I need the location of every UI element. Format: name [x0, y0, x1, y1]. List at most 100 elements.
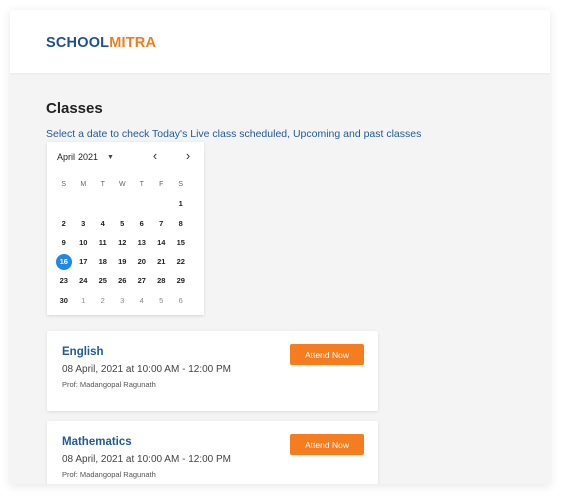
calendar-day[interactable]: 18: [93, 252, 113, 271]
page-subtitle: Select a date to check Today's Live clas…: [46, 128, 422, 140]
calendar-day[interactable]: 13: [132, 233, 152, 252]
calendar-day[interactable]: 12: [113, 233, 133, 252]
calendar-day[interactable]: 11: [93, 233, 113, 252]
calendar-day-number: 20: [137, 257, 146, 267]
calendar-day[interactable]: 6: [132, 214, 152, 233]
attend-now-button[interactable]: Attend Now: [290, 344, 364, 365]
calendar-day[interactable]: 23: [54, 271, 74, 290]
chevron-left-icon[interactable]: ‹: [147, 148, 163, 164]
weekday-header: W: [118, 181, 126, 188]
caret-down-icon: ▼: [107, 153, 114, 161]
class-subject: Mathematics: [62, 436, 132, 448]
class-time: 08 April, 2021 at 10:00 AM - 12:00 PM: [62, 364, 231, 375]
calendar-day-number: 30: [59, 295, 68, 305]
class-time: 08 April, 2021 at 10:00 AM - 12:00 PM: [62, 454, 231, 465]
weekday-header: T: [139, 181, 144, 188]
class-professor: Prof: Madangopal Ragunath: [62, 380, 156, 389]
calendar-day[interactable]: 15: [171, 233, 191, 252]
calendar-day[interactable]: 19: [113, 252, 133, 271]
calendar-day-number: 15: [176, 237, 185, 247]
calendar-day-selected[interactable]: 16: [54, 252, 74, 271]
calendar-day[interactable]: 5: [152, 291, 172, 310]
calendar-day-number: 3: [81, 218, 86, 228]
calendar-day[interactable]: 2: [93, 291, 113, 310]
calendar-day-number: 18: [98, 257, 107, 267]
calendar-day[interactable]: 9: [54, 233, 74, 252]
calendar-day[interactable]: 4: [93, 214, 113, 233]
empty-day-cell: [93, 194, 113, 213]
weekday-header: F: [159, 181, 164, 188]
calendar-day-number: 24: [79, 276, 88, 286]
calendar-day-number: 9: [61, 237, 66, 247]
page-title: Classes: [46, 100, 103, 117]
calendar-day-number: 11: [98, 237, 107, 247]
top-header: SCHOOLMITRA: [10, 10, 550, 73]
calendar-day[interactable]: 7: [152, 214, 172, 233]
calendar-day-number: 23: [59, 276, 68, 286]
calendar-day[interactable]: 8: [171, 214, 191, 233]
calendar-day-number: 5: [120, 218, 125, 228]
calendar-day[interactable]: 1: [171, 194, 191, 213]
calendar-day[interactable]: 4: [132, 291, 152, 310]
calendar-day-number: 3: [120, 295, 125, 305]
calendar-day[interactable]: 27: [132, 271, 152, 290]
calendar-day[interactable]: 26: [113, 271, 133, 290]
calendar-day[interactable]: 20: [132, 252, 152, 271]
month-year-dropdown[interactable]: April 2021 ▼: [57, 152, 114, 162]
calendar-day-number: 2: [61, 218, 66, 228]
calendar-day[interactable]: 29: [171, 271, 191, 290]
calendar-day-number: 19: [118, 257, 127, 267]
calendar-day-number: 12: [118, 237, 127, 247]
calendar-day[interactable]: 6: [171, 291, 191, 310]
calendar-day[interactable]: 10: [74, 233, 94, 252]
calendar-day-number: 8: [178, 218, 183, 228]
calendar-day[interactable]: 24: [74, 271, 94, 290]
weekday-header: T: [100, 181, 105, 188]
calendar-day-number: 27: [137, 276, 146, 286]
calendar-day[interactable]: 21: [152, 252, 172, 271]
calendar-day[interactable]: 3: [113, 291, 133, 310]
calendar-day-number: 26: [118, 276, 127, 286]
chevron-right-icon[interactable]: ›: [180, 148, 196, 164]
class-card-english: English 08 April, 2021 at 10:00 AM - 12:…: [47, 331, 378, 411]
empty-day-cell: [54, 194, 74, 213]
calendar-day-number: 5: [159, 295, 164, 305]
calendar-day[interactable]: 3: [74, 214, 94, 233]
calendar-header: April 2021 ▼ ‹ ›: [47, 142, 204, 170]
calendar-day-number: 16: [55, 254, 72, 271]
class-professor: Prof: Madangopal Ragunath: [62, 470, 156, 479]
calendar-day-number: 6: [178, 295, 183, 305]
calendar-day[interactable]: 22: [171, 252, 191, 271]
calendar-day-number: 6: [139, 218, 144, 228]
calendar-day[interactable]: 2: [54, 214, 74, 233]
calendar-day[interactable]: 30: [54, 291, 74, 310]
weekday-header: M: [80, 181, 87, 188]
empty-day-cell: [132, 194, 152, 213]
schoolmitra-logo[interactable]: SCHOOLMITRA: [46, 35, 156, 51]
empty-day-cell: [152, 194, 172, 213]
calendar-day-number: 10: [79, 237, 88, 247]
calendar-day[interactable]: 17: [74, 252, 94, 271]
calendar-day-number: 29: [176, 276, 185, 286]
calendar-day-number: 22: [176, 257, 185, 267]
app-window: SCHOOLMITRA Classes Select a date to che…: [10, 10, 550, 484]
calendar-day[interactable]: 1: [74, 291, 94, 310]
logo-part-mitra: MITRA: [109, 35, 157, 51]
calendar-day-grid: S M T W T F S 1 2 3 4 5 6 7 8 9 10 11 12 13 14 15 16 17 18 19 20 21…: [54, 175, 191, 310]
empty-day-cell: [113, 194, 133, 213]
calendar-day-number: 4: [100, 218, 105, 228]
calendar-day-number: 1: [81, 295, 86, 305]
logo-part-school: SCHOOL: [46, 35, 110, 51]
calendar-day-number: 13: [137, 237, 146, 247]
calendar-day[interactable]: 28: [152, 271, 172, 290]
calendar-day-number: 1: [178, 199, 183, 209]
calendar-day[interactable]: 25: [93, 271, 113, 290]
class-card-mathematics: Mathematics 08 April, 2021 at 10:00 AM -…: [47, 421, 378, 484]
empty-day-cell: [74, 194, 94, 213]
calendar-month-label: April: [57, 152, 76, 162]
attend-now-button[interactable]: Attend Now: [290, 434, 364, 455]
calendar-day-number: 28: [157, 276, 166, 286]
calendar-day[interactable]: 5: [113, 214, 133, 233]
calendar-day[interactable]: 14: [152, 233, 172, 252]
calendar-day-number: 2: [100, 295, 105, 305]
